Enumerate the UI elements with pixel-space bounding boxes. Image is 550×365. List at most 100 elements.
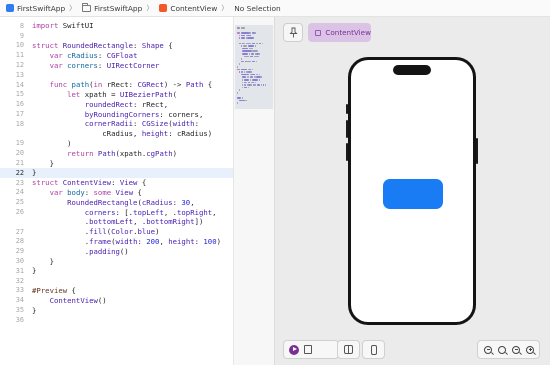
code-token: , xyxy=(212,207,217,217)
code-line[interactable]: 10 struct RoundedRectangle: Shape { xyxy=(0,41,233,51)
code-line[interactable]: 8 import SwiftUI xyxy=(0,21,233,31)
breadcrumb-label: ContentView xyxy=(170,3,218,13)
code-line[interactable]: 21 } xyxy=(0,158,233,168)
code-line[interactable]: 11 var cRadius: CGFloat xyxy=(0,50,233,60)
minimap-code-stroke xyxy=(250,53,255,55)
line-number: 23 xyxy=(15,178,24,187)
minimap-code-stroke xyxy=(237,68,241,71)
code-line[interactable]: 12 var corners: UIRectCorner xyxy=(0,60,233,70)
selectable-button[interactable] xyxy=(301,343,315,357)
code-token: var xyxy=(32,60,63,70)
breadcrumb-label: FirstSwiftApp xyxy=(17,3,66,13)
line-number: 20 xyxy=(15,149,24,158)
code-token: } xyxy=(32,168,37,178)
code-text: import SwiftUI xyxy=(32,21,94,30)
code-line[interactable]: 31} xyxy=(0,266,233,276)
breadcrumb-item-selection[interactable]: No Selection xyxy=(234,4,280,13)
code-line[interactable]: 33 #Preview { xyxy=(0,286,233,296)
code-line[interactable]: 25 RoundedRectangle(cRadius: 30, xyxy=(0,197,233,207)
code-token: cornerRadii xyxy=(32,119,134,129)
minimap-code-stroke xyxy=(237,32,241,34)
minimap-code-stroke xyxy=(246,76,250,78)
cube-icon xyxy=(315,29,322,36)
minimap-code-stroke xyxy=(240,45,243,47)
preview-canvas-button[interactable]: ContentView xyxy=(308,23,371,42)
code-token: #Preview xyxy=(32,285,68,295)
code-line[interactable]: 17 byRoundingCorners: corners, xyxy=(0,109,233,119)
minimap-code-stroke xyxy=(251,42,255,45)
pin-preview-button[interactable] xyxy=(283,23,303,42)
minimap-code-stroke xyxy=(242,84,243,86)
minimap[interactable] xyxy=(233,17,274,365)
folder-icon xyxy=(82,2,92,12)
minimap-code-stroke xyxy=(261,42,263,45)
device-settings-button[interactable] xyxy=(367,343,381,357)
code-token: : xyxy=(194,119,199,129)
code-text: func path(in rRect: CGRect) -> Path { xyxy=(32,80,213,90)
live-preview-button[interactable] xyxy=(287,343,301,357)
code-token: ( xyxy=(172,89,177,99)
code-line[interactable]: 30 } xyxy=(0,256,233,266)
line-number: 8 xyxy=(19,21,24,30)
zoom-fit-button[interactable] xyxy=(495,343,509,357)
breadcrumb-item-project[interactable]: FirstSwiftApp xyxy=(6,4,65,13)
code-token: , . xyxy=(163,207,178,217)
code-line[interactable]: 34 ContentView() xyxy=(0,295,233,305)
minimap-code-stroke xyxy=(260,84,263,86)
minimap-code-stroke xyxy=(247,42,252,45)
code-token: UIRectCorner xyxy=(106,60,160,70)
code-line[interactable]: 29 .padding() xyxy=(0,246,233,256)
code-line[interactable]: 24 var body: some View { xyxy=(0,188,233,198)
code-line[interactable]: 14 func path(in rRect: CGRect) -> Path { xyxy=(0,80,233,90)
minimap-code-stroke xyxy=(247,45,255,47)
code-token: body xyxy=(62,187,85,197)
breadcrumb: FirstSwiftApp 〉 FirstSwiftApp 〉 ContentV… xyxy=(0,0,550,17)
dynamic-island xyxy=(393,65,431,75)
code-token: cRadius xyxy=(141,197,173,207)
line-number: 31 xyxy=(15,266,24,275)
code-line[interactable]: .bottomLeft, .bottomRight]) xyxy=(0,217,233,227)
rounded-rectangle-preview[interactable] xyxy=(383,179,443,209)
minimap-code-stroke xyxy=(242,79,243,81)
code-token: byRoundingCorners xyxy=(32,109,160,119)
breadcrumb-item-folder[interactable]: FirstSwiftApp xyxy=(82,2,142,13)
code-token: . xyxy=(32,236,90,246)
code-line[interactable]: 23 struct ContentView: View { xyxy=(0,178,233,188)
code-token: var xyxy=(32,50,63,60)
minimap-code-stroke xyxy=(237,97,242,99)
zoom-out-button[interactable] xyxy=(481,343,495,357)
code-line[interactable]: 26 corners: [.topLeft, .topRight, xyxy=(0,207,233,217)
breadcrumb-item-file[interactable]: ContentView xyxy=(159,4,217,13)
code-editor[interactable]: 8 import SwiftUI 9 10 struct RoundedRectangl… xyxy=(0,17,233,365)
minimap-code-stroke xyxy=(248,84,251,86)
line-number: 29 xyxy=(15,247,24,256)
code-line[interactable]: 36 xyxy=(0,315,233,325)
minimap-code-stroke xyxy=(246,81,247,84)
code-line[interactable]: 20 return Path(xpath.cgPath) xyxy=(0,148,233,158)
code-line[interactable]: cRadius, height: cRadius) xyxy=(0,129,233,139)
code-line[interactable]: 28 .frame(width: 200, height: 100) xyxy=(0,237,233,247)
code-line[interactable]: 18 cornerRadii: CGSize(width: xyxy=(0,119,233,129)
code-line[interactable]: 22} xyxy=(0,168,233,178)
code-token: } xyxy=(32,256,54,266)
code-token: Path xyxy=(185,80,204,90)
code-line[interactable]: 27 .fill(Color.blue) xyxy=(0,227,233,237)
code-line[interactable]: 9 xyxy=(0,31,233,41)
variants-button[interactable] xyxy=(342,343,356,357)
device-settings-icon xyxy=(370,344,377,355)
code-line[interactable]: 16 roundedRect: rRect, xyxy=(0,99,233,109)
preview-canvas-button-label: ContentView xyxy=(325,28,371,37)
zoom-100-button[interactable] xyxy=(509,343,523,357)
code-line[interactable]: 19 ) xyxy=(0,139,233,149)
code-line[interactable]: 13 xyxy=(0,70,233,80)
zoom-in-button[interactable] xyxy=(523,343,537,357)
minimap-code-stroke xyxy=(237,27,241,29)
chevron-right-icon: 〉 xyxy=(221,4,229,12)
code-token: : rRect, xyxy=(133,99,169,109)
code-token: RoundedRectangle xyxy=(58,40,134,50)
code-token: () xyxy=(119,246,129,256)
code-line[interactable]: 15 let xpath = UIBezierPath( xyxy=(0,90,233,100)
code-line[interactable]: 35} xyxy=(0,305,233,315)
code-token: let xyxy=(32,89,81,99)
code-line[interactable]: 32 xyxy=(0,276,233,286)
